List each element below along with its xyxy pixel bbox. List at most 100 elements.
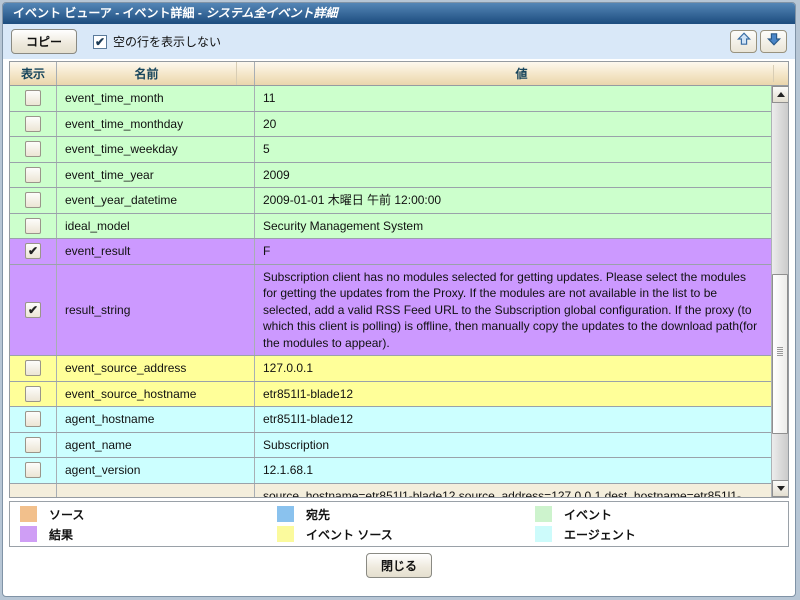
table-row: event_time_weekday5 — [10, 137, 771, 163]
row-show-cell — [10, 433, 57, 458]
row-show-cell — [10, 137, 57, 162]
window-title-view-name: システム全イベント詳細 — [206, 6, 338, 20]
row-name: agent_version — [57, 458, 255, 483]
legend-item-agent: エージェント — [535, 526, 788, 543]
row-show-cell — [10, 214, 57, 239]
table-row: result_stringSubscription client has no … — [10, 265, 771, 357]
row-value: F — [255, 239, 771, 264]
agent-color-swatch — [535, 526, 552, 542]
row-name: event_time_month — [57, 86, 255, 111]
table-row: event_resultF — [10, 239, 771, 265]
row-name: event_source_hostname — [57, 382, 255, 407]
row-checkbox[interactable] — [25, 386, 41, 402]
table-row: agent_version12.1.68.1 — [10, 458, 771, 484]
legend-item-event-source: イベント ソース — [277, 526, 535, 543]
row-value: 2009 — [255, 163, 771, 188]
scroll-down-button[interactable] — [772, 480, 788, 497]
close-button[interactable]: 閉じる — [366, 553, 432, 578]
title-bar: イベント ビューア - イベント詳細 - システム全イベント詳細 — [3, 3, 795, 24]
legend-label: ソース — [49, 506, 84, 523]
header-show: 表示 — [10, 62, 57, 85]
row-show-cell — [10, 484, 57, 498]
scrollbar-thumb[interactable] — [772, 274, 788, 434]
row-name: ideal_model — [57, 214, 255, 239]
legend-label: イベント ソース — [306, 526, 393, 543]
row-value: 5 — [255, 137, 771, 162]
row-value: etr851l1-blade12 — [255, 382, 771, 407]
row-checkbox[interactable] — [25, 411, 41, 427]
row-name: event_time_year — [57, 163, 255, 188]
event-detail-window: イベント ビューア - イベント詳細 - システム全イベント詳細 コピー 空の行を… — [2, 2, 796, 597]
hide-empty-checkbox[interactable] — [93, 35, 107, 49]
row-checkbox[interactable] — [25, 462, 41, 478]
row-value: 2009-01-01 木曜日 午前 12:00:00 — [255, 188, 771, 213]
row-name: agent_name — [57, 433, 255, 458]
legend-item-event: イベント — [535, 506, 788, 523]
row-name: event_source_address — [57, 356, 255, 381]
row-value: Subscription — [255, 433, 771, 458]
copy-button[interactable]: コピー — [11, 29, 77, 54]
scroll-down-icon — [777, 486, 785, 491]
row-show-cell — [10, 112, 57, 137]
row-show-cell — [10, 458, 57, 483]
row-name: raw_event — [57, 484, 255, 498]
window-title: イベント ビューア - イベント詳細 - — [13, 6, 202, 20]
row-show-cell — [10, 188, 57, 213]
row-value: 127.0.0.1 — [255, 356, 771, 381]
row-show-cell — [10, 407, 57, 432]
event-source-color-swatch — [277, 526, 294, 542]
destination-color-swatch — [277, 506, 294, 522]
legend-item-destination: 宛先 — [277, 506, 535, 523]
row-value: etr851l1-blade12 — [255, 407, 771, 432]
footer: 閉じる — [3, 553, 795, 578]
row-value: 12.1.68.1 — [255, 458, 771, 483]
row-checkbox[interactable] — [25, 167, 41, 183]
table-row: event_source_hostnameetr851l1-blade12 — [10, 382, 771, 408]
legend-item-source: ソース — [20, 506, 277, 523]
row-value: Subscription client has no modules selec… — [255, 265, 771, 356]
table-row: raw_eventsource_hostname=etr851l1-blade1… — [10, 484, 771, 498]
row-name: event_year_datetime — [57, 188, 255, 213]
legend-item-result: 結果 — [20, 526, 277, 543]
row-show-cell — [10, 265, 57, 356]
up-arrow-icon — [736, 31, 752, 52]
scroll-up-button[interactable] — [772, 86, 788, 103]
legend-label: イベント — [564, 506, 612, 523]
toolbar: コピー 空の行を表示しない — [3, 24, 795, 59]
table-header: 表示 名前 値 — [10, 62, 788, 86]
row-name: result_string — [57, 265, 255, 356]
legend-label: 結果 — [49, 526, 73, 543]
legend: ソース 宛先 イベント 結果 イベント ソース エージェント — [9, 501, 789, 547]
row-checkbox[interactable] — [25, 116, 41, 132]
legend-label: エージェント — [564, 526, 636, 543]
row-checkbox[interactable] — [25, 192, 41, 208]
row-checkbox[interactable] — [25, 90, 41, 106]
row-checkbox[interactable] — [25, 360, 41, 376]
row-checkbox[interactable] — [25, 243, 41, 259]
row-checkbox[interactable] — [25, 437, 41, 453]
hide-empty-label: 空の行を表示しない — [113, 33, 221, 50]
row-value: Security Management System — [255, 214, 771, 239]
scroll-up-icon — [777, 92, 785, 97]
table-row: event_time_monthday20 — [10, 112, 771, 138]
row-show-cell — [10, 163, 57, 188]
row-checkbox[interactable] — [25, 302, 41, 318]
vertical-scrollbar[interactable] — [771, 86, 788, 497]
next-event-button[interactable] — [760, 30, 787, 53]
row-name: agent_hostname — [57, 407, 255, 432]
row-checkbox[interactable] — [25, 141, 41, 157]
row-checkbox[interactable] — [25, 218, 41, 234]
row-value: 11 — [255, 86, 771, 111]
legend-label: 宛先 — [306, 506, 330, 523]
header-name: 名前 — [57, 62, 237, 85]
previous-event-button[interactable] — [730, 30, 757, 53]
table-row: agent_hostnameetr851l1-blade12 — [10, 407, 771, 433]
result-color-swatch — [20, 526, 37, 542]
row-show-cell — [10, 356, 57, 381]
event-color-swatch — [535, 506, 552, 522]
row-show-cell — [10, 382, 57, 407]
row-value: source_hostname=etr851l1-blade12,source_… — [255, 484, 771, 498]
header-spacer — [237, 62, 255, 85]
row-value: 20 — [255, 112, 771, 137]
row-name: event_result — [57, 239, 255, 264]
